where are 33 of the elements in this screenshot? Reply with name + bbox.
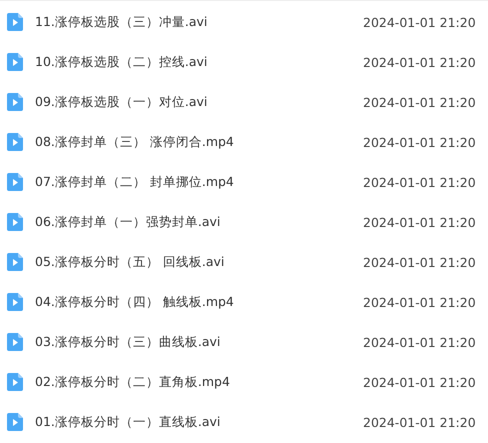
video-file-icon xyxy=(7,253,23,271)
file-name[interactable]: 09.涨停板选股（一）对位.avi xyxy=(35,94,360,110)
video-file-icon xyxy=(7,333,23,351)
file-name[interactable]: 08.涨停封单（三） 涨停闭合.mp4 xyxy=(35,134,360,150)
file-name[interactable]: 02.涨停板分时（二）直角板.mp4 xyxy=(35,374,360,390)
video-file-icon xyxy=(7,213,23,231)
video-file-icon xyxy=(7,173,23,191)
video-file-icon xyxy=(7,53,23,71)
video-file-icon xyxy=(7,373,23,391)
file-name[interactable]: 05.涨停板分时（五） 回线板.avi xyxy=(35,254,360,270)
modified-date: 2024-01-01 21:20 xyxy=(363,414,476,430)
modified-date: 2024-01-01 21:20 xyxy=(363,294,476,310)
file-name[interactable]: 03.涨停板分时（三）曲线板.avi xyxy=(35,334,360,350)
file-name[interactable]: 06.涨停封单（一）强势封单.avi xyxy=(35,214,360,230)
modified-date: 2024-01-01 21:20 xyxy=(363,134,476,150)
modified-date: 2024-01-01 21:20 xyxy=(363,94,476,110)
video-file-icon xyxy=(7,133,23,151)
modified-date: 2024-01-01 21:20 xyxy=(363,14,476,30)
modified-date: 2024-01-01 21:20 xyxy=(363,214,476,230)
modified-date: 2024-01-01 21:20 xyxy=(363,334,476,350)
modified-date: 2024-01-01 21:20 xyxy=(363,254,476,270)
modified-date: 2024-01-01 21:20 xyxy=(363,54,476,70)
modified-date: 2024-01-01 21:20 xyxy=(363,174,476,190)
video-file-icon xyxy=(7,93,23,111)
file-name[interactable]: 07.涨停封单（二） 封单挪位.mp4 xyxy=(35,174,360,190)
file-name[interactable]: 10.涨停板选股（二）控线.avi xyxy=(35,54,360,70)
modified-date: 2024-01-01 21:20 xyxy=(363,374,476,390)
file-name[interactable]: 01.涨停板分时（一）直线板.avi xyxy=(35,414,360,430)
video-file-icon xyxy=(7,293,23,311)
file-name[interactable]: 11.涨停板选股（三）冲量.avi xyxy=(35,14,360,30)
file-name[interactable]: 04.涨停板分时（四） 触线板.mp4 xyxy=(35,294,360,310)
video-file-icon xyxy=(7,413,23,431)
video-file-icon xyxy=(7,13,23,31)
